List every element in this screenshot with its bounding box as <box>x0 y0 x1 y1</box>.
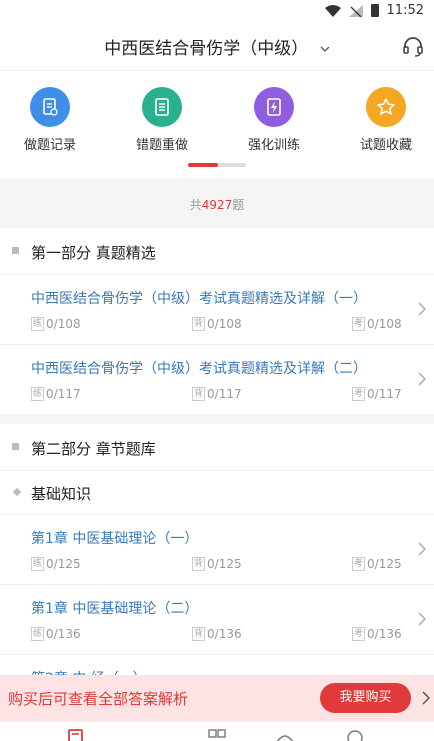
chevron-right-icon <box>418 542 426 556</box>
redo-icon <box>142 87 182 127</box>
list-item[interactable]: 第1章 中医基础理论（二） 练 0/136 背 0/136 考 0/136 <box>0 584 434 654</box>
headset-icon[interactable] <box>402 35 424 57</box>
purchase-banner: 购买后可查看全部答案解析 我要购买 <box>0 675 434 721</box>
chevron-right-icon <box>418 612 426 626</box>
no-signal-icon <box>348 4 363 17</box>
status-bar: 11:52 <box>0 0 434 22</box>
practice-count: 练 0/108 <box>31 317 81 331</box>
practice-count: 练 0/117 <box>31 387 81 401</box>
tab-profile-icon[interactable] <box>345 728 365 741</box>
total-banner: 共4927题 <box>0 178 434 228</box>
buy-button[interactable]: 我要购买 <box>320 683 411 713</box>
square-bullet-icon <box>12 247 19 254</box>
subsection-header: 基础知识 <box>0 470 434 514</box>
memorize-count: 背 0/136 <box>192 627 242 641</box>
quick-action-record[interactable]: 做题记录 <box>5 87 95 153</box>
list-item[interactable]: 第1章 中医基础理论（一） 练 0/125 背 0/125 考 0/125 <box>0 514 434 584</box>
chevron-down-icon <box>320 46 330 52</box>
bottom-tab-bar <box>0 721 434 741</box>
status-time: 11:52 <box>386 3 424 18</box>
battery-icon <box>370 4 379 17</box>
list-item[interactable]: 中西医结合骨伤学（中级）考试真题精选及详解（一） 练 0/108 背 0/108 考… <box>0 274 434 344</box>
diamond-bullet-icon <box>12 487 22 497</box>
exam-count: 考 0/136 <box>352 627 402 641</box>
star-icon <box>366 87 406 127</box>
memorize-count: 背 0/117 <box>192 387 242 401</box>
page-title: 中西医结合骨伤学（中级） <box>104 39 309 59</box>
tab-grid-icon[interactable] <box>207 728 227 741</box>
wifi-icon <box>324 4 341 17</box>
memorize-count: 背 0/108 <box>192 317 242 331</box>
section-divider <box>0 414 434 424</box>
record-icon <box>30 87 70 127</box>
exam-count: 考 0/125 <box>352 557 402 571</box>
chevron-right-icon <box>418 372 426 386</box>
header: 中西医结合骨伤学（中级） <box>0 22 434 70</box>
quick-action-training[interactable]: 强化训练 <box>229 87 319 153</box>
practice-count: 练 0/136 <box>31 627 81 641</box>
square-bullet-icon <box>12 443 19 450</box>
quick-action-redo[interactable]: 错题重做 <box>117 87 207 153</box>
tab-course-icon[interactable] <box>275 728 295 741</box>
exam-count: 考 0/117 <box>352 387 402 401</box>
section-header-2: 第二部分 章节题库 <box>0 424 434 470</box>
exam-count: 考 0/108 <box>352 317 402 331</box>
memorize-count: 背 0/125 <box>192 557 242 571</box>
chevron-right-icon[interactable] <box>422 691 430 705</box>
chevron-right-icon <box>418 302 426 316</box>
tab-practice-icon[interactable] <box>66 728 86 741</box>
section-header-1: 第一部分 真题精选 <box>0 228 434 274</box>
exam-selector[interactable]: 中西医结合骨伤学（中级） <box>0 34 434 59</box>
page-indicator <box>188 163 246 167</box>
quick-actions: 做题记录 错题重做 强化训练 试题收藏 <box>0 70 434 178</box>
list-item[interactable]: 中西医结合骨伤学（中级）考试真题精选及详解（二） 练 0/117 背 0/117 考… <box>0 344 434 414</box>
total-count: 共4927题 <box>189 198 245 212</box>
practice-count: 练 0/125 <box>31 557 81 571</box>
lightning-icon <box>254 87 294 127</box>
quick-action-favorites[interactable]: 试题收藏 <box>341 87 431 153</box>
